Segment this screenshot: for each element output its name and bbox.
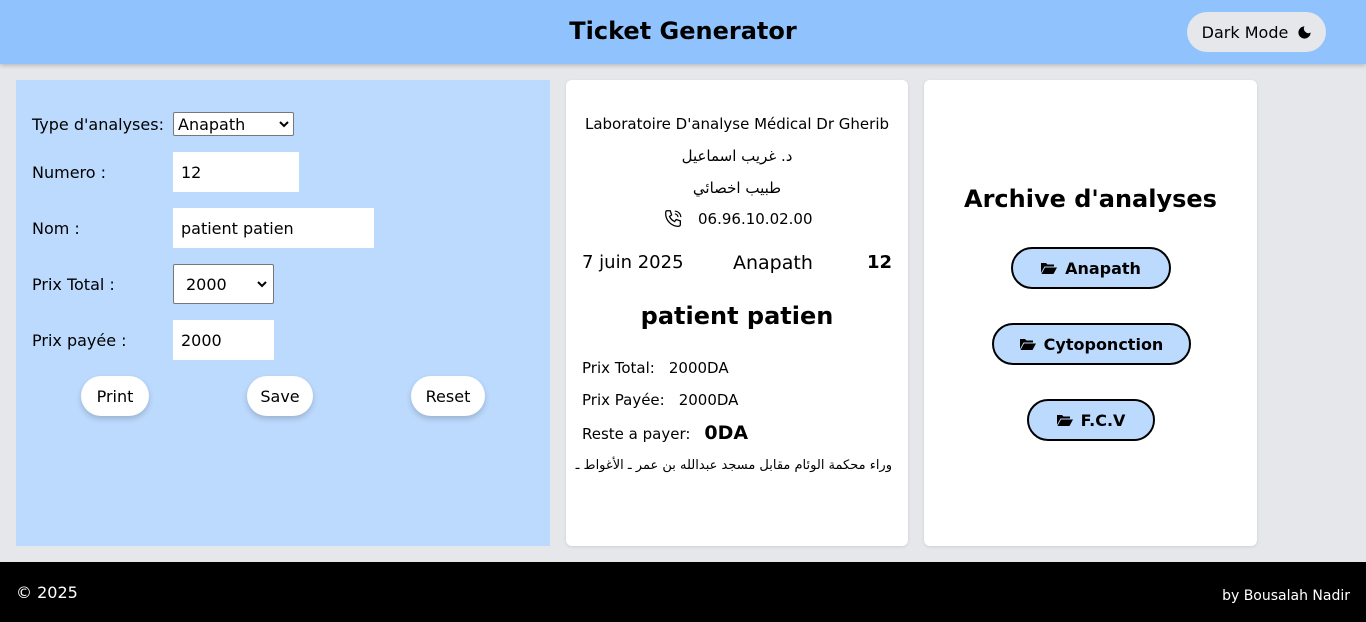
ticket-number: 12	[866, 252, 892, 273]
prix-total-select[interactable]: 2000	[173, 264, 274, 304]
nom-input[interactable]: patient patien	[173, 208, 374, 248]
ticket-form: Type d'analyses: Anapath Numero : 12 Nom…	[16, 80, 550, 546]
archive-item-label: Cytoponction	[1043, 334, 1164, 354]
archive-item-label: Anapath	[1065, 258, 1141, 278]
prix-total-label: Prix Total :	[32, 275, 115, 294]
save-button[interactable]: Save	[247, 376, 313, 416]
author-credit: by Bousalah Nadir	[1222, 588, 1350, 604]
doctor-specialty: طبيب اخصائي	[692, 179, 782, 197]
reste-value: 0DA	[704, 422, 749, 444]
copyright: © 2025	[16, 583, 78, 602]
ticket-type: Anapath	[733, 252, 813, 274]
dark-mode-label: Dark Mode	[1201, 22, 1289, 42]
nom-label: Nom :	[32, 219, 80, 238]
phone-number: 06.96.10.02.00	[698, 210, 813, 228]
lab-name: Laboratoire D'analyse Médical Dr Gherib	[584, 115, 890, 133]
folder-open-icon	[1041, 263, 1058, 274]
reste-line: Reste a payer: 0DA	[582, 422, 748, 444]
app-header: Ticket Generator Dark Mode	[0, 0, 1366, 64]
archive-title: Archive d'analyses	[964, 185, 1217, 213]
prix-payee-line-label: Prix Payée:	[582, 391, 665, 409]
phone-icon	[665, 210, 682, 227]
prix-total-line-label: Prix Total:	[582, 359, 655, 377]
prix-total-line: Prix Total: 2000DA	[582, 359, 729, 377]
type-select[interactable]: Anapath	[173, 112, 294, 136]
folder-open-icon	[1019, 339, 1036, 350]
numero-input[interactable]: 12	[173, 152, 299, 192]
chevron-down-icon	[279, 121, 289, 128]
prix-payee-label: Prix payée :	[32, 331, 127, 350]
archive-fcv-button[interactable]: F.C.V	[1027, 399, 1155, 441]
prix-payee-line: Prix Payée: 2000DA	[582, 391, 738, 409]
page-title: Ticket Generator	[569, 17, 797, 45]
patient-name: patient patien	[640, 302, 834, 330]
reste-label: Reste a payer:	[582, 425, 691, 443]
dark-mode-toggle[interactable]: Dark Mode	[1187, 12, 1326, 52]
ticket-preview: Laboratoire D'analyse Médical Dr Gherib …	[566, 80, 908, 546]
footer: © 2025 by Bousalah Nadir	[0, 562, 1366, 622]
chevron-down-icon	[257, 281, 267, 288]
prix-total-line-value: 2000DA	[668, 359, 729, 377]
archive-panel: Archive d'analyses Anapath Cytoponction …	[924, 80, 1257, 546]
phone-row: 06.96.10.02.00	[662, 208, 813, 230]
doctor-name: د. غريب اسماعيل	[681, 147, 793, 165]
archive-cytoponction-button[interactable]: Cytoponction	[992, 323, 1191, 365]
archive-anapath-button[interactable]: Anapath	[1011, 247, 1171, 289]
ticket-date: 7 juin 2025	[582, 252, 684, 273]
prix-total-value: 2000	[186, 274, 227, 294]
type-label: Type d'analyses:	[32, 115, 164, 134]
numero-label: Numero :	[32, 163, 107, 182]
reset-button[interactable]: Reset	[411, 376, 485, 416]
folder-open-icon	[1056, 415, 1073, 426]
prix-payee-line-value: 2000DA	[678, 391, 739, 409]
print-button[interactable]: Print	[81, 376, 149, 416]
moon-icon	[1298, 25, 1311, 39]
archive-item-label: F.C.V	[1080, 410, 1126, 430]
type-select-value: Anapath	[178, 114, 246, 134]
prix-payee-input[interactable]: 2000	[173, 320, 274, 360]
lab-address: وراء محكمة الوئام مقابل مسجد عبدالله بن …	[575, 458, 892, 473]
